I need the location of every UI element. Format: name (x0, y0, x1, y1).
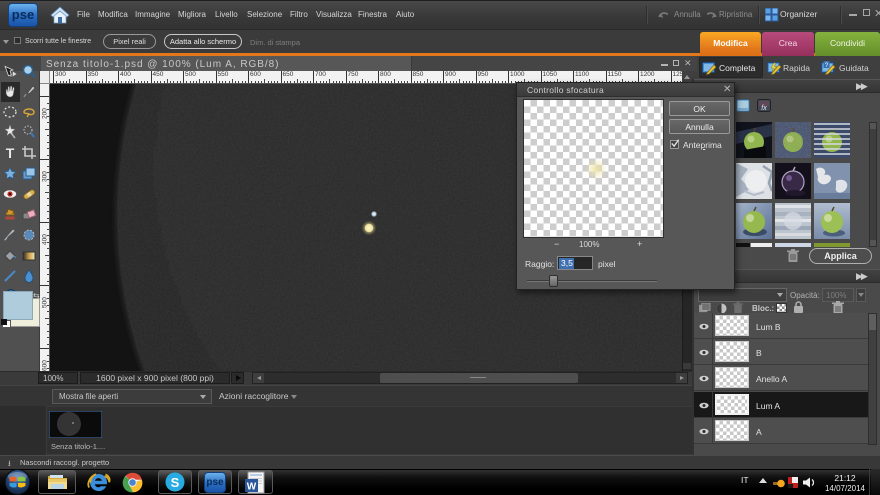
svg-text:T: T (6, 145, 15, 161)
svg-text:S: S (171, 475, 180, 490)
svg-text:W: W (247, 482, 257, 493)
svg-text:fx: fx (761, 105, 767, 112)
